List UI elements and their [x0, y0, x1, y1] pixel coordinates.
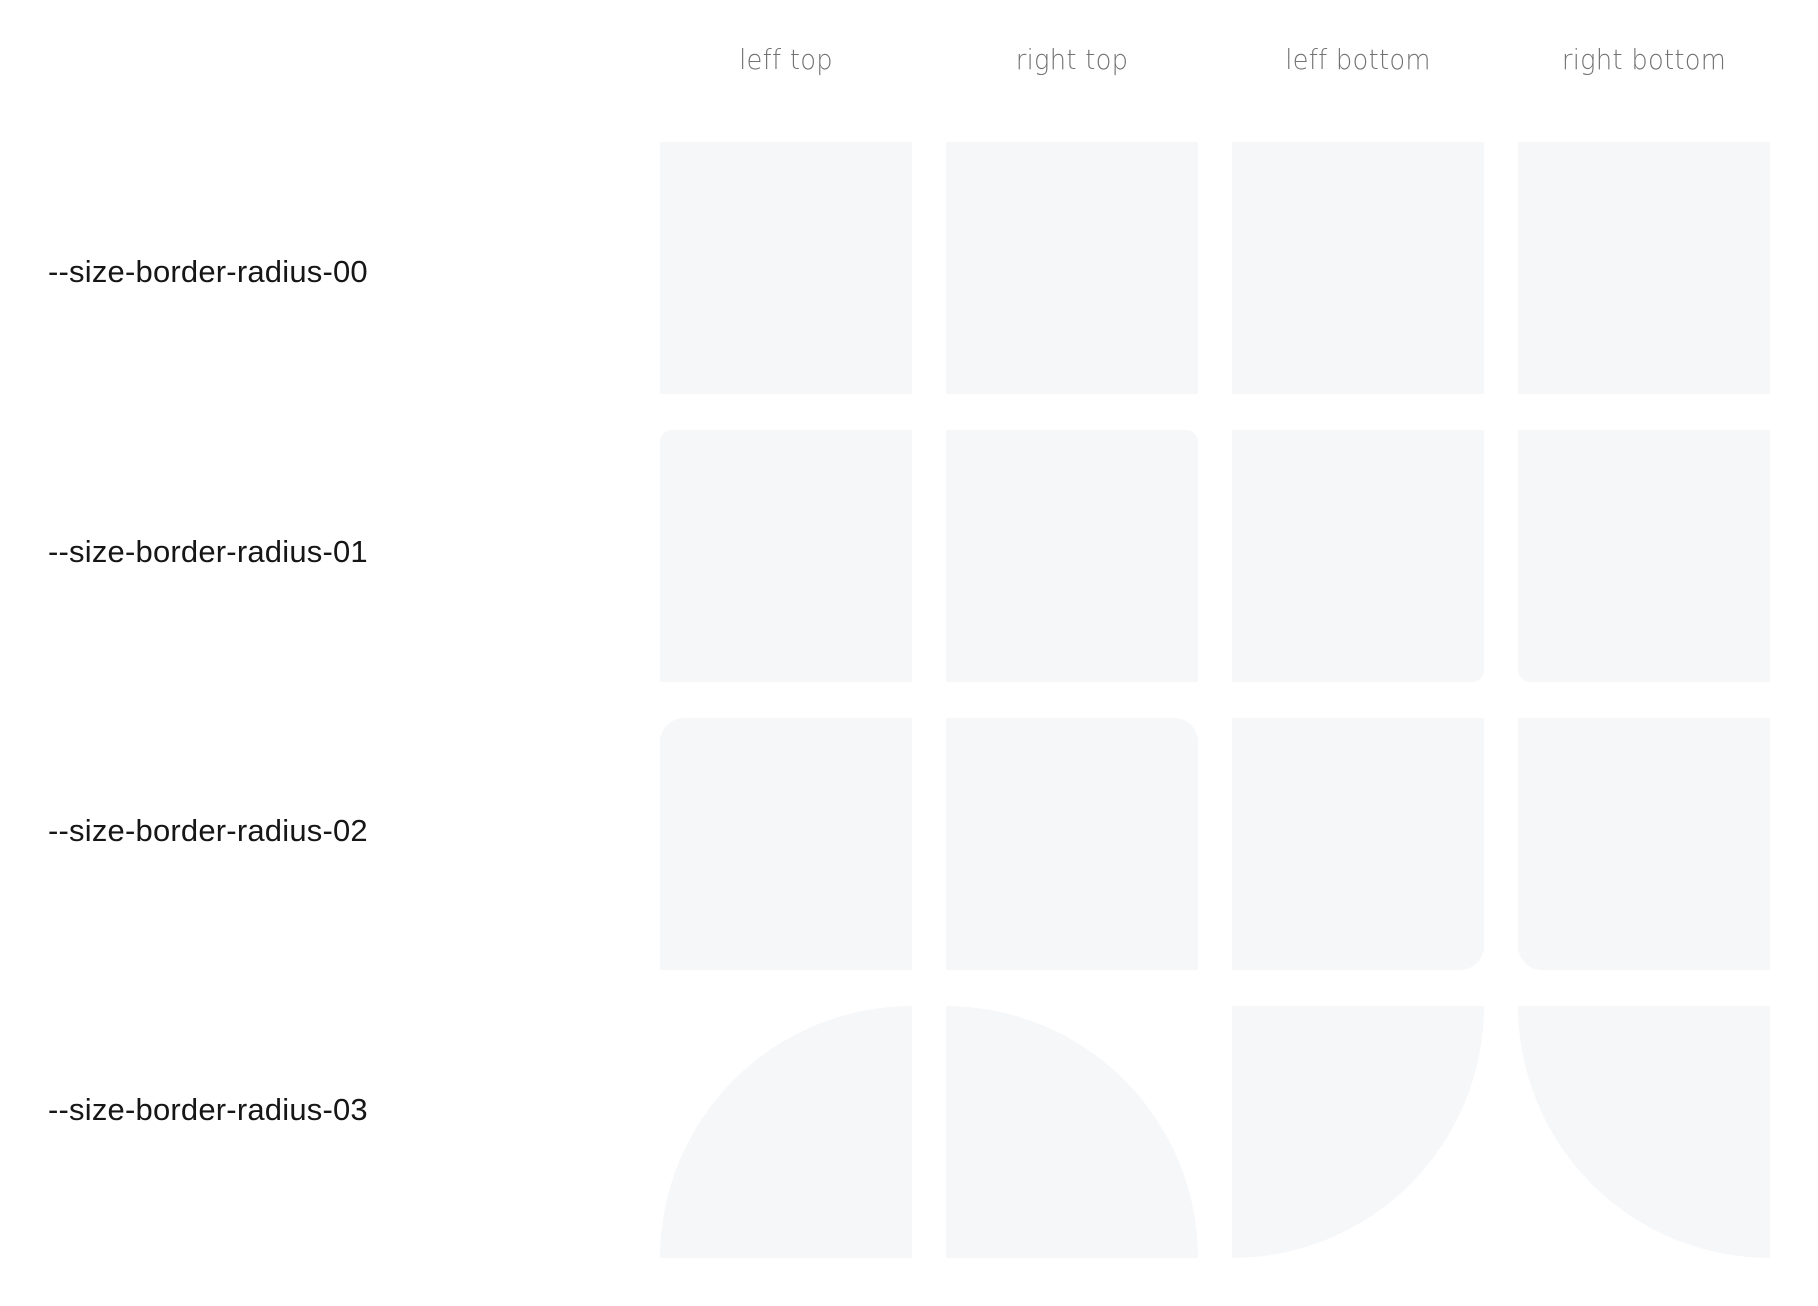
swatch-radius-02-left-bottom [1232, 718, 1484, 970]
swatch-radius-02-left-top [660, 718, 912, 970]
row-label-radius-02: --size-border-radius-02 [48, 813, 368, 848]
swatch-radius-03-left-top [660, 1006, 912, 1258]
swatch-radius-02-right-top [946, 718, 1198, 970]
row-label-radius-00: --size-border-radius-00 [48, 254, 368, 289]
swatch-radius-00-right-top [946, 142, 1198, 394]
column-header-left-top: leff top [739, 43, 833, 76]
column-header-right-bottom: right bottom [1561, 43, 1727, 76]
swatch-radius-01-left-bottom [1232, 430, 1484, 682]
swatch-radius-03-right-bottom [1518, 1006, 1770, 1258]
column-header-right-top: right top [1015, 43, 1129, 76]
swatch-radius-01-right-bottom [1518, 430, 1770, 682]
swatch-radius-01-right-top [946, 430, 1198, 682]
swatch-radius-03-left-bottom [1232, 1006, 1484, 1258]
swatch-radius-03-right-top [946, 1006, 1198, 1258]
swatch-radius-00-left-top [660, 142, 912, 394]
swatch-radius-00-left-bottom [1232, 142, 1484, 394]
swatch-radius-01-left-top [660, 430, 912, 682]
swatch-radius-02-right-bottom [1518, 718, 1770, 970]
column-header-left-bottom: leff bottom [1285, 43, 1431, 76]
row-label-radius-03: --size-border-radius-03 [48, 1092, 368, 1127]
row-label-radius-01: --size-border-radius-01 [48, 534, 368, 569]
swatch-radius-00-right-bottom [1518, 142, 1770, 394]
